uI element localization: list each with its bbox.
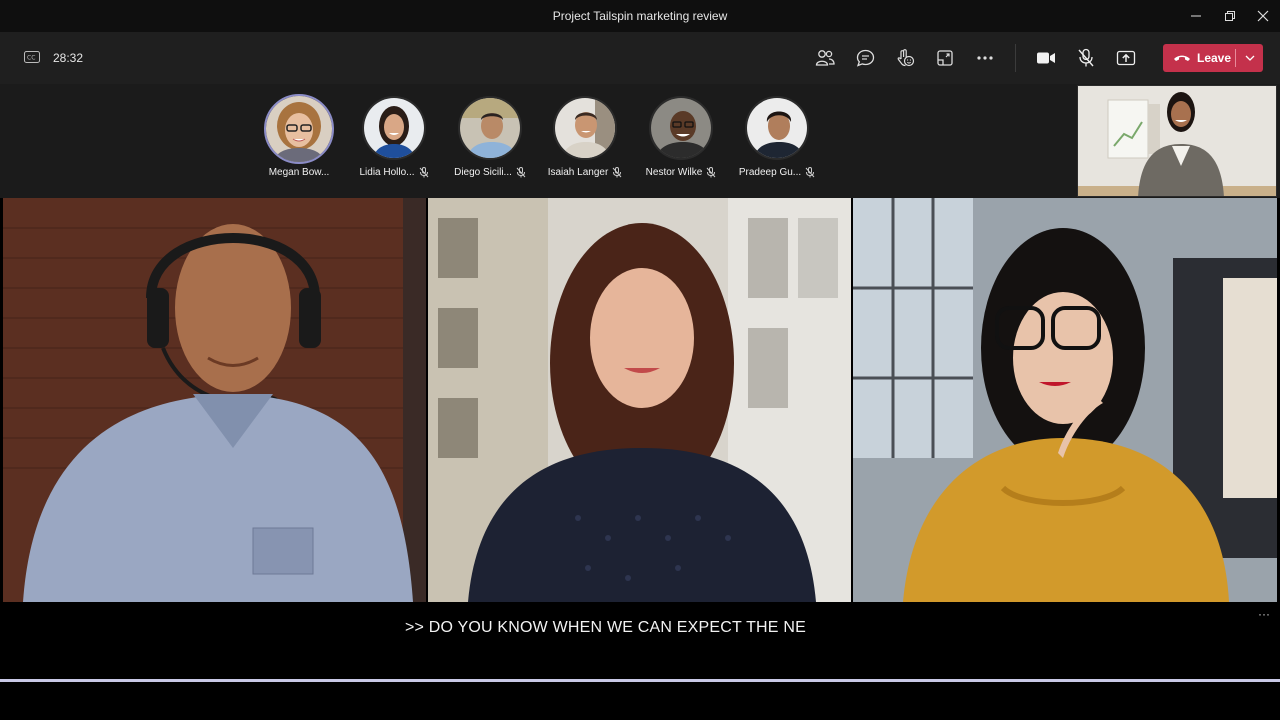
camera-button[interactable] <box>1034 46 1058 70</box>
avatar <box>553 96 617 160</box>
participant-name-text: Nestor Wilke <box>645 167 703 178</box>
mic-off-icon <box>805 167 815 178</box>
participant-name-text: Megan Bow... <box>268 167 330 178</box>
title-bar: Project Tailspin marketing review <box>0 0 1280 32</box>
participant-name: Nestor Wilke <box>633 167 729 178</box>
captions-divider <box>0 679 1280 682</box>
participant-pradeep[interactable]: Pradeep Gu... <box>729 96 825 186</box>
mic-off-icon <box>706 167 716 178</box>
avatar <box>745 96 809 160</box>
chevron-down-icon <box>1245 55 1254 61</box>
meeting-timer: 28:32 <box>53 51 84 65</box>
avatar-photo <box>460 98 520 158</box>
avatar <box>362 96 426 160</box>
video-tile-2[interactable] <box>428 198 851 602</box>
avatar <box>458 96 522 160</box>
participant-name-text: Pradeep Gu... <box>738 167 802 178</box>
rooms-button[interactable] <box>933 46 957 70</box>
chat-icon <box>856 49 874 67</box>
caption-text: >> DO YOU KNOW WHEN WE CAN EXPECT THE NE <box>405 619 806 636</box>
participants-button[interactable] <box>813 46 837 70</box>
minimize-icon <box>1191 15 1201 17</box>
avatar <box>649 96 713 160</box>
participant-name: Isaiah Langer <box>537 167 633 178</box>
captions-more-button[interactable]: ··· <box>1258 607 1270 621</box>
leave-main-button[interactable]: Leave <box>1163 44 1235 72</box>
reactions-icon <box>897 49 915 67</box>
video-tile-3[interactable] <box>853 198 1277 602</box>
restore-button[interactable] <box>1215 4 1245 28</box>
participant-name: Diego Sicili... <box>442 167 538 178</box>
meeting-toolbar: CC 28:32 Leave <box>0 32 1280 84</box>
live-captions: >> DO YOU KNOW WHEN WE CAN EXPECT THE NE… <box>0 603 1280 681</box>
video-feed <box>428 198 851 602</box>
closed-captions-icon[interactable]: CC <box>24 51 40 63</box>
leave-label: Leave <box>1197 51 1232 65</box>
participant-nestor[interactable]: Nestor Wilke <box>633 96 729 186</box>
minimize-button[interactable] <box>1181 4 1211 28</box>
mic-muted-icon <box>1078 48 1094 67</box>
avatar-photo <box>555 98 615 158</box>
self-view-video[interactable] <box>1077 85 1277 197</box>
toolbar-divider <box>1015 44 1016 72</box>
avatar-photo <box>747 98 807 158</box>
video-feed <box>3 198 426 602</box>
leave-button[interactable]: Leave <box>1163 44 1263 72</box>
mic-off-icon <box>612 167 622 178</box>
camera-icon <box>1037 52 1055 64</box>
participants-icon <box>815 50 835 66</box>
share-button[interactable] <box>1114 46 1138 70</box>
video-tile-1[interactable] <box>3 198 426 602</box>
restore-icon <box>1225 11 1235 21</box>
avatar-photo <box>364 98 424 158</box>
video-feed <box>853 198 1277 602</box>
rooms-icon <box>937 50 953 66</box>
avatar <box>264 94 334 164</box>
share-icon <box>1116 50 1136 66</box>
window-title: Project Tailspin marketing review <box>552 9 728 23</box>
close-icon <box>1257 10 1269 22</box>
participant-diego[interactable]: Diego Sicili... <box>442 96 538 186</box>
participant-name: Lidia Hollo... <box>346 167 442 178</box>
mic-off-icon <box>516 167 526 178</box>
more-options-button[interactable] <box>973 46 997 70</box>
avatar-photo <box>651 98 711 158</box>
chat-button[interactable] <box>853 46 877 70</box>
participant-name: Megan Bow... <box>251 167 347 178</box>
participant-name-text: Lidia Hollo... <box>359 167 415 178</box>
participant-isaiah[interactable]: Isaiah Langer <box>537 96 633 186</box>
self-view-feed <box>1078 86 1276 196</box>
avatar-photo <box>266 96 332 162</box>
mic-button[interactable] <box>1074 46 1098 70</box>
participant-lidia[interactable]: Lidia Hollo... <box>346 96 442 186</box>
leave-options-button[interactable] <box>1236 44 1263 72</box>
reactions-button[interactable] <box>893 46 917 70</box>
hang-up-icon <box>1174 55 1190 61</box>
participant-megan[interactable]: Megan Bow... <box>251 94 347 186</box>
svg-text:CC: CC <box>27 55 35 62</box>
participant-name: Pradeep Gu... <box>729 167 825 178</box>
mic-off-icon <box>419 167 428 178</box>
participant-name-text: Isaiah Langer <box>547 167 609 178</box>
more-icon <box>977 56 993 60</box>
close-button[interactable] <box>1248 4 1278 28</box>
participant-name-text: Diego Sicili... <box>454 167 512 178</box>
